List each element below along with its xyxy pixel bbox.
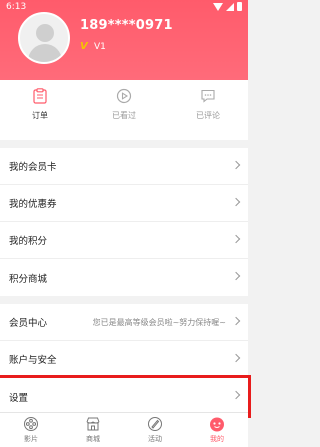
tab-mine[interactable]: 我的 xyxy=(186,413,248,447)
profile-header: 6:13 189****0971 V V1 xyxy=(0,0,248,80)
profile-icon xyxy=(210,417,224,432)
store-icon xyxy=(86,417,100,431)
menu-item-account-security[interactable]: 账户与安全 xyxy=(0,341,248,378)
menu-item-label: 会员中心 xyxy=(9,318,48,329)
battery-icon xyxy=(237,2,242,11)
avatar-body-shape xyxy=(28,44,62,62)
member-level: V V1 xyxy=(80,41,106,53)
avatar-head-shape xyxy=(36,24,54,42)
menu-item-coupons[interactable]: 我的优惠券 xyxy=(0,185,248,222)
comment-icon xyxy=(201,89,215,103)
menu-item-member-center[interactable]: 会员中心 您已是最高等级会员啦~努力保持喔~ xyxy=(0,304,248,341)
menu-item-label: 账户与安全 xyxy=(9,355,57,366)
quick-actions: 订单 已看过 已评论 xyxy=(0,80,248,140)
chevron-right-icon xyxy=(231,197,241,207)
menu-item-label: 我的积分 xyxy=(9,236,48,247)
chevron-right-icon xyxy=(231,353,241,363)
play-circle-icon xyxy=(116,88,132,104)
menu-item-label: 设置 xyxy=(9,392,29,404)
signal-icon xyxy=(226,2,234,11)
menu-group-account: 我的会员卡 我的优惠券 我的积分 积分商城 xyxy=(0,148,248,296)
menu-item-membership-card[interactable]: 我的会员卡 xyxy=(0,148,248,185)
user-phone: 189****0971 xyxy=(80,18,173,33)
tab-movies-label: 影片 xyxy=(24,435,38,443)
chevron-right-icon xyxy=(231,316,241,326)
film-reel-icon xyxy=(24,417,38,431)
tab-mall-label: 商城 xyxy=(86,435,100,443)
menu-item-points-mall[interactable]: 积分商城 xyxy=(0,259,248,296)
wifi-icon xyxy=(213,2,223,11)
menu-item-label: 积分商城 xyxy=(9,273,48,285)
quick-action-orders[interactable]: 订单 xyxy=(0,88,80,121)
vip-badge-icon: V xyxy=(80,41,88,52)
bottom-tab-bar: 影片 商城 活动 我的 xyxy=(0,412,248,447)
tab-activity-label: 活动 xyxy=(148,435,162,443)
quick-action-watched[interactable]: 已看过 xyxy=(84,88,164,121)
menu-item-label: 我的优惠券 xyxy=(9,199,57,210)
activity-icon xyxy=(148,417,162,431)
tab-mall[interactable]: 商城 xyxy=(62,413,124,447)
tab-mine-label: 我的 xyxy=(210,435,224,443)
menu-item-label: 我的会员卡 xyxy=(9,162,57,173)
tab-activity[interactable]: 活动 xyxy=(124,413,186,447)
chevron-right-icon xyxy=(231,390,241,400)
member-level-label: V1 xyxy=(94,42,106,52)
menu-item-points[interactable]: 我的积分 xyxy=(0,222,248,259)
status-icons xyxy=(213,2,242,11)
chevron-right-icon xyxy=(231,234,241,244)
menu-item-settings[interactable]: 设置 xyxy=(0,375,251,418)
chevron-right-icon xyxy=(231,271,241,281)
chevron-right-icon xyxy=(231,160,241,170)
clipboard-icon xyxy=(33,88,47,104)
quick-action-reviewed[interactable]: 已评论 xyxy=(168,88,248,121)
member-center-hint: 您已是最高等级会员啦~努力保持喔~ xyxy=(92,317,226,327)
quick-action-watched-label: 已看过 xyxy=(112,111,136,120)
quick-action-orders-label: 订单 xyxy=(32,111,48,120)
quick-action-reviewed-label: 已评论 xyxy=(196,111,220,120)
status-time: 6:13 xyxy=(6,2,27,12)
avatar[interactable] xyxy=(18,12,70,64)
tab-movies[interactable]: 影片 xyxy=(0,413,62,447)
menu-group-settings: 会员中心 您已是最高等级会员啦~努力保持喔~ 账户与安全 设置 xyxy=(0,304,251,418)
